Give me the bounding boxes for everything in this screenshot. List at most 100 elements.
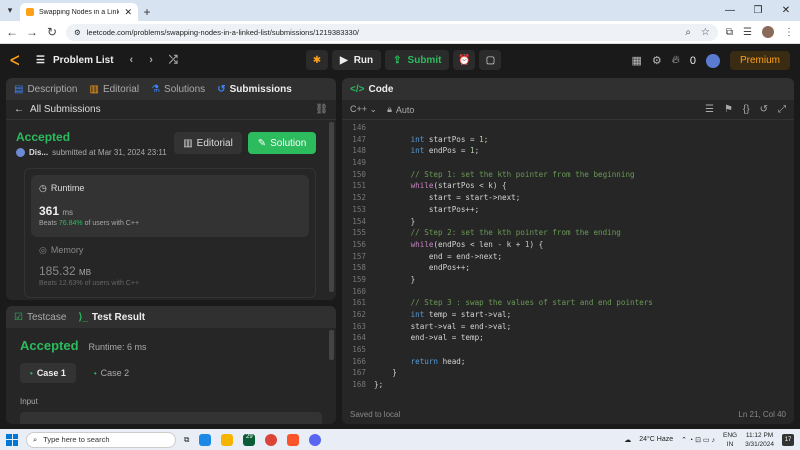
- code-line[interactable]: 164 end->val = temp;: [342, 332, 794, 344]
- tab-solutions[interactable]: ⚗ Solutions: [151, 84, 205, 95]
- back-icon[interactable]: ←: [6, 25, 18, 39]
- submitter-name[interactable]: Dis...: [29, 148, 48, 157]
- edge-icon[interactable]: [199, 433, 212, 446]
- code-line[interactable]: 151 while(startPos < k) {: [342, 180, 794, 192]
- next-problem-icon[interactable]: ›: [149, 54, 153, 66]
- premium-button[interactable]: Premium: [729, 51, 790, 70]
- layout-icon[interactable]: ▦: [632, 54, 642, 67]
- tray-icons[interactable]: ⌃ ◔ ⊡ ▭ ♪: [681, 436, 715, 444]
- browser-tab[interactable]: Swapping Nodes in a Linked Lis ✕: [20, 3, 138, 21]
- task-view-icon[interactable]: ⧉: [184, 435, 189, 445]
- site-info-icon[interactable]: ⚙: [74, 28, 81, 37]
- new-tab-button[interactable]: +: [138, 3, 156, 21]
- code-line[interactable]: 160: [342, 286, 794, 298]
- tab-search-icon[interactable]: ▾: [0, 0, 20, 21]
- code-line[interactable]: 147 int startPos = 1;: [342, 134, 794, 146]
- line-number: 155: [352, 228, 366, 238]
- left-scrollbar[interactable]: [329, 122, 334, 292]
- memory-box[interactable]: ◎ Memory 185.32 MB Beats 12.63% of users …: [31, 237, 309, 295]
- all-submissions-link[interactable]: All Submissions: [30, 104, 101, 115]
- settings-gear-icon[interactable]: ⚙: [652, 54, 662, 67]
- editorial-button[interactable]: ▥ Editorial: [174, 132, 242, 154]
- braces-icon[interactable]: {}: [743, 104, 750, 115]
- code-line[interactable]: 152 start = start->next;: [342, 192, 794, 204]
- file-explorer-icon[interactable]: [221, 433, 234, 446]
- memory-beats-prefix: Beats: [39, 280, 57, 287]
- format-icon[interactable]: ☰: [705, 104, 714, 115]
- link-icon[interactable]: ⛓: [315, 104, 328, 115]
- problem-list-link[interactable]: Problem List: [53, 55, 114, 66]
- code-line[interactable]: 165: [342, 344, 794, 356]
- streak-flame-icon[interactable]: 🔥︎: [672, 54, 680, 67]
- code-line[interactable]: 159 }: [342, 274, 794, 286]
- back-arrow-icon[interactable]: ←: [14, 104, 24, 115]
- code-line[interactable]: 154 }: [342, 216, 794, 228]
- submitter-avatar: [16, 148, 25, 157]
- code-line[interactable]: 161 // Step 3 : swap the values of start…: [342, 297, 794, 309]
- minimize-icon[interactable]: —: [716, 0, 744, 21]
- tab-submissions[interactable]: ↺ Submissions: [217, 84, 292, 95]
- fullscreen-icon[interactable]: ⤢: [778, 104, 786, 115]
- code-line[interactable]: 166 return head;: [342, 356, 794, 368]
- tab-editorial[interactable]: ▥ Editorial: [89, 84, 139, 95]
- tab-test-result[interactable]: ⟩_ Test Result: [78, 312, 145, 323]
- submit-button[interactable]: ⇪ Submit: [385, 50, 450, 70]
- brave-icon[interactable]: [287, 433, 300, 446]
- code-line[interactable]: 150 // Step 1: set the kth pointer from …: [342, 169, 794, 181]
- windows-start-icon[interactable]: [6, 433, 18, 446]
- code-line[interactable]: 153 startPos++;: [342, 204, 794, 216]
- code-line[interactable]: 162 int temp = start->val;: [342, 309, 794, 321]
- prev-problem-icon[interactable]: ‹: [130, 54, 134, 66]
- url-field[interactable]: ⚙ leetcode.com/problems/swapping-nodes-i…: [66, 23, 718, 41]
- runtime-box[interactable]: ◷ Runtime 361 ms Beats 76.84% of users wi…: [31, 175, 309, 237]
- code-line[interactable]: 156 while(endPos < len - k + 1) {: [342, 239, 794, 251]
- tab-testcase[interactable]: ☑ Testcase: [14, 312, 66, 323]
- chrome-icon[interactable]: [265, 433, 278, 446]
- weather-text[interactable]: 24°C Haze: [639, 436, 673, 443]
- browser-menu-icon[interactable]: ⋮: [784, 27, 794, 38]
- shuffle-icon[interactable]: ⤮: [169, 54, 178, 67]
- line-number: 164: [352, 333, 366, 343]
- forward-icon[interactable]: →: [26, 25, 38, 39]
- zoom-icon[interactable]: ⌕: [685, 27, 691, 38]
- reading-list-icon[interactable]: ☰: [743, 27, 752, 38]
- extensions-icon[interactable]: ⧉: [726, 27, 733, 38]
- debug-button[interactable]: ✱: [306, 50, 328, 70]
- taskbar-search[interactable]: ⌕ Type here to search: [26, 431, 176, 448]
- close-window-icon[interactable]: ✕: [772, 0, 800, 21]
- run-button[interactable]: ▶ Run: [332, 50, 382, 70]
- leetcode-logo-icon[interactable]: ᐸ: [10, 53, 24, 68]
- timer-button[interactable]: ⏰: [453, 50, 476, 70]
- code-line[interactable]: 149: [342, 157, 794, 169]
- profile-avatar[interactable]: [762, 26, 774, 38]
- notes-button[interactable]: ▢: [479, 50, 502, 70]
- clock[interactable]: 11:12 PM 3/31/2024: [745, 431, 774, 449]
- user-avatar[interactable]: [705, 53, 720, 68]
- code-line[interactable]: 163 start->val = end->val;: [342, 321, 794, 333]
- bookmark-star-icon[interactable]: ☆: [701, 27, 710, 38]
- code-line[interactable]: 146: [342, 122, 794, 134]
- bottom-scrollbar[interactable]: [329, 330, 334, 360]
- line-source: };: [374, 380, 384, 390]
- code-editor[interactable]: 146 147 int startPos = 1; 148 int endPos =…: [342, 120, 794, 391]
- solution-button[interactable]: ✎ Solution: [248, 132, 316, 154]
- case-2-tab[interactable]: • Case 2: [84, 363, 139, 383]
- reset-icon[interactable]: ↺: [760, 104, 768, 115]
- code-line[interactable]: 167 }: [342, 367, 794, 379]
- code-line[interactable]: 168};: [342, 379, 794, 391]
- maximize-icon[interactable]: ❐: [744, 0, 772, 21]
- code-line[interactable]: 155 // Step 2: set the kth pointer from …: [342, 227, 794, 239]
- code-line[interactable]: 158 endPos++;: [342, 262, 794, 274]
- code-line[interactable]: 148 int endPos = 1;: [342, 145, 794, 157]
- code-line[interactable]: 157 end = end->next;: [342, 251, 794, 263]
- notification-badge[interactable]: 17: [782, 433, 794, 446]
- case-1-tab[interactable]: • Case 1: [20, 363, 76, 383]
- reload-icon[interactable]: ↻: [46, 25, 58, 39]
- close-tab-icon[interactable]: ✕: [124, 7, 132, 18]
- store-icon[interactable]: 29: [243, 433, 256, 446]
- bookmark-icon[interactable]: ⚑: [724, 104, 733, 115]
- discord-icon[interactable]: [309, 433, 322, 446]
- tab-description[interactable]: ▤ Description: [14, 84, 77, 95]
- language-select[interactable]: C++ ⌄: [350, 104, 377, 115]
- language-indicator[interactable]: ENG IN: [723, 431, 737, 449]
